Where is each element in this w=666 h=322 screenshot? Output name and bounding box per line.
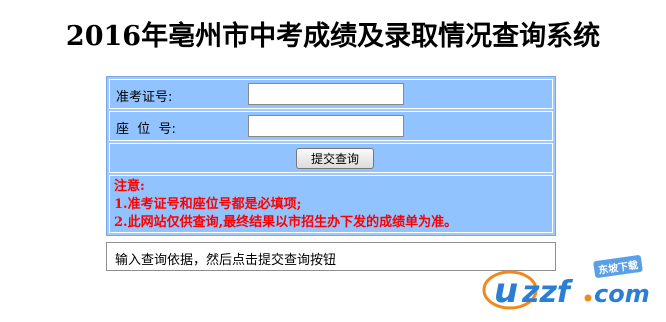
seat-number-row: 座 位 号:: [109, 111, 553, 141]
exam-id-row: 准考证号:: [109, 79, 553, 109]
query-form: 准考证号: 座 位 号: 提交查询 注意: 1.准考证号和座位号都是必填项; 2…: [106, 76, 556, 236]
seat-number-input[interactable]: [248, 115, 404, 137]
svg-text:u: u: [494, 271, 518, 310]
notice-title: 注意:: [114, 179, 145, 194]
submit-row: 提交查询: [109, 143, 553, 173]
svg-text:zzf: zzf: [521, 275, 574, 310]
submit-query-button[interactable]: 提交查询: [296, 148, 374, 169]
notice-line-1: 1.准考证号和座位号都是必填项;: [114, 197, 302, 212]
hint-text: 输入查询依据，然后点击提交查询按钮: [115, 253, 337, 268]
exam-id-label: 准考证号:: [116, 90, 173, 105]
notice-line-2: 2.此网站仅供查询,最终结果以市招生办下发的成绩单为准。: [114, 215, 458, 230]
seat-number-label: 座 位 号:: [116, 122, 176, 137]
watermark-logo: u zzf com 东坡下载: [480, 252, 660, 314]
page: 2016年亳州市中考成绩及录取情况查询系统 准考证号: 座 位 号: 提交查询 …: [0, 0, 666, 322]
page-title: 2016年亳州市中考成绩及录取情况查询系统: [65, 21, 601, 52]
notice: 注意: 1.准考证号和座位号都是必填项; 2.此网站仅供查询,最终结果以市招生办…: [114, 178, 457, 232]
notice-row: 注意: 1.准考证号和座位号都是必填项; 2.此网站仅供查询,最终结果以市招生办…: [109, 175, 553, 233]
svg-text:com: com: [594, 280, 650, 308]
exam-id-input[interactable]: [248, 83, 404, 105]
